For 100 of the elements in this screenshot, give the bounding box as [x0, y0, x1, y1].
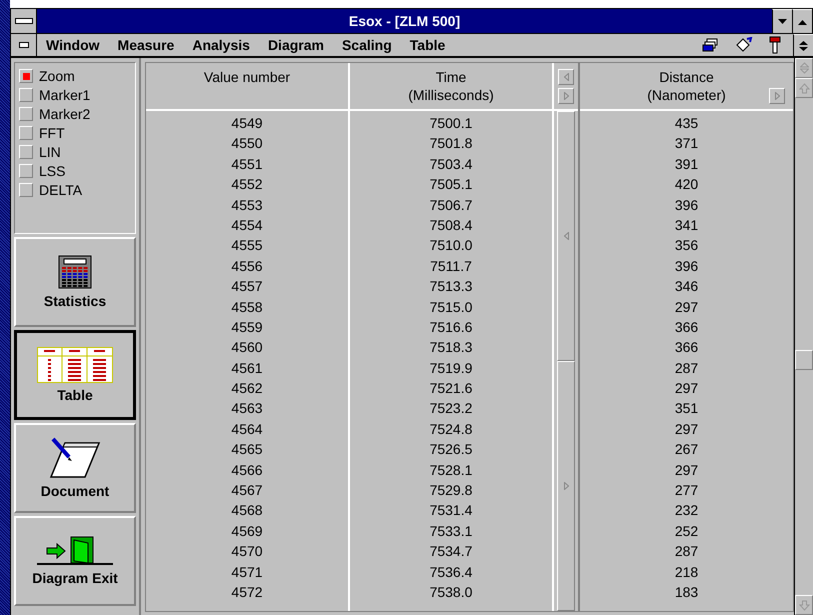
- down-arrow-icon: [798, 600, 810, 610]
- table-cell-text: 371: [674, 134, 700, 154]
- table-cell-text: 391: [674, 154, 700, 174]
- menu-item[interactable]: Scaling: [332, 37, 401, 53]
- minimize-button[interactable]: [772, 9, 792, 33]
- table-cell-text: 4553: [230, 196, 264, 215]
- restore-button[interactable]: [793, 34, 813, 56]
- table-cell-text: 4567: [230, 481, 264, 500]
- window-title: Esox - [ZLM 500]: [348, 13, 462, 29]
- table-cell-text: 7506.7: [428, 196, 474, 215]
- table-cell-text: 7531.4: [428, 501, 474, 520]
- column-header[interactable]: Time: [436, 69, 466, 85]
- nav-button[interactable]: Statistics: [14, 237, 136, 327]
- option-checkbox[interactable]: LSS: [19, 163, 131, 179]
- table-cell-text: 4566: [230, 460, 264, 480]
- scroll-right-button[interactable]: [769, 88, 785, 104]
- table-cell-text: 366: [674, 318, 700, 337]
- scroll-left-button[interactable]: [558, 68, 574, 84]
- nav-button[interactable]: Table: [14, 330, 136, 420]
- column-unit: (Milliseconds): [408, 87, 494, 103]
- table-cell-text: 420: [674, 175, 700, 194]
- up-down-triangles-icon: [799, 40, 808, 52]
- table-cell-text: 7515.0: [428, 298, 474, 317]
- table-cell-text: 4555: [230, 236, 264, 256]
- table-cell-text: 297: [674, 420, 700, 439]
- table-cell-text: 7533.1: [428, 522, 474, 541]
- right-triangle-icon: [564, 482, 568, 490]
- menu-item[interactable]: Analysis: [183, 37, 259, 53]
- table-cell-text: 346: [674, 277, 700, 296]
- option-checkbox[interactable]: Marker1: [19, 87, 131, 103]
- eraser-icon[interactable]: [735, 37, 753, 53]
- table-cell-text: 7538.0: [428, 582, 474, 602]
- option-checkbox[interactable]: DELTA: [19, 182, 131, 198]
- table-cell-text: 4563: [230, 399, 264, 418]
- column-unit: (Nanometer): [647, 87, 726, 103]
- table-cell-text: 7503.4: [428, 154, 474, 174]
- table-cell-text: 297: [674, 379, 700, 398]
- table-cell-text: 7508.4: [428, 216, 474, 235]
- table-cell-text: 4557: [230, 277, 264, 296]
- scroll-right-button[interactable]: [558, 88, 574, 104]
- table-cell-text: 7510.0: [428, 236, 474, 256]
- option-checkbox[interactable]: Zoom: [19, 68, 131, 84]
- menu-item[interactable]: Window: [37, 37, 109, 53]
- table-cell-text: 232: [674, 501, 700, 520]
- table-cell-text: 7521.6: [428, 379, 474, 398]
- page-right-button[interactable]: [557, 361, 575, 611]
- table-cell-text: 4554: [230, 216, 264, 235]
- page-left-button[interactable]: [557, 111, 575, 361]
- table-cell-text: 396: [674, 256, 700, 276]
- option-checkbox[interactable]: Marker2: [19, 106, 131, 122]
- table-cell-text: 4550: [230, 134, 264, 154]
- table-cell-text: 341: [674, 216, 700, 235]
- table-cell-text: 4571: [230, 562, 264, 582]
- table-cell-text: 277: [674, 481, 700, 500]
- table-cell-text: 351: [674, 399, 700, 418]
- table-cell-text: 7519.9: [428, 358, 474, 378]
- table-cell-text: 4572: [230, 582, 264, 602]
- column-header[interactable]: Value number: [146, 63, 348, 111]
- scroll-top-button[interactable]: [795, 58, 813, 78]
- table-cell-text: 4552: [230, 175, 264, 194]
- table-cell-text: 4551: [230, 154, 264, 174]
- table-cell-text: 7536.4: [428, 562, 474, 582]
- menu-item[interactable]: Diagram: [258, 37, 333, 53]
- left-triangle-icon: [564, 72, 568, 80]
- right-triangle-icon: [564, 92, 568, 100]
- table-cell-text: 4562: [230, 379, 264, 398]
- table-cell-text: 7524.8: [428, 420, 474, 439]
- option-checkbox[interactable]: FFT: [19, 125, 131, 141]
- vertical-scrollbar[interactable]: [794, 58, 813, 615]
- table-cell-text: 366: [674, 338, 700, 358]
- table-cell-text: 4560: [230, 338, 264, 358]
- column-header[interactable]: Distance: [659, 69, 714, 85]
- up-down-triangles-icon: [800, 62, 808, 74]
- scroll-down-button[interactable]: [795, 595, 813, 615]
- stack-icon[interactable]: [701, 38, 719, 52]
- brush-icon[interactable]: [769, 36, 781, 54]
- table-cell-text: 7528.1: [428, 460, 474, 480]
- table-cell-text: 287: [674, 542, 700, 562]
- table-cell-text: 356: [674, 236, 700, 256]
- table-cell-text: 252: [674, 522, 700, 541]
- table-cell-text: 7518.3: [428, 338, 474, 358]
- menu-item[interactable]: Table: [400, 37, 454, 53]
- system-menu-button[interactable]: [11, 9, 37, 33]
- table-cell-text: 7526.5: [428, 440, 474, 460]
- down-triangle-icon: [778, 18, 787, 24]
- table-cell-text: 4561: [230, 358, 264, 378]
- menu-item[interactable]: Measure: [108, 37, 184, 53]
- scroll-up-button[interactable]: [795, 78, 813, 98]
- table-cell-text: 7500.1: [428, 114, 474, 133]
- option-checkbox[interactable]: LIN: [19, 144, 131, 160]
- table-cell-text: 4549: [230, 114, 264, 133]
- scroll-thumb[interactable]: [795, 350, 813, 370]
- table-cell-text: 4558: [230, 298, 264, 317]
- table-cell-text: 4556: [230, 256, 264, 276]
- table-cell-text: 4570: [230, 542, 264, 562]
- table-cell-text: 267: [674, 440, 700, 460]
- table-cell-text: 7505.1: [428, 175, 474, 194]
- nav-button[interactable]: Diagram Exit: [14, 516, 136, 606]
- maximize-button[interactable]: [792, 9, 812, 33]
- nav-button[interactable]: Document: [14, 423, 136, 513]
